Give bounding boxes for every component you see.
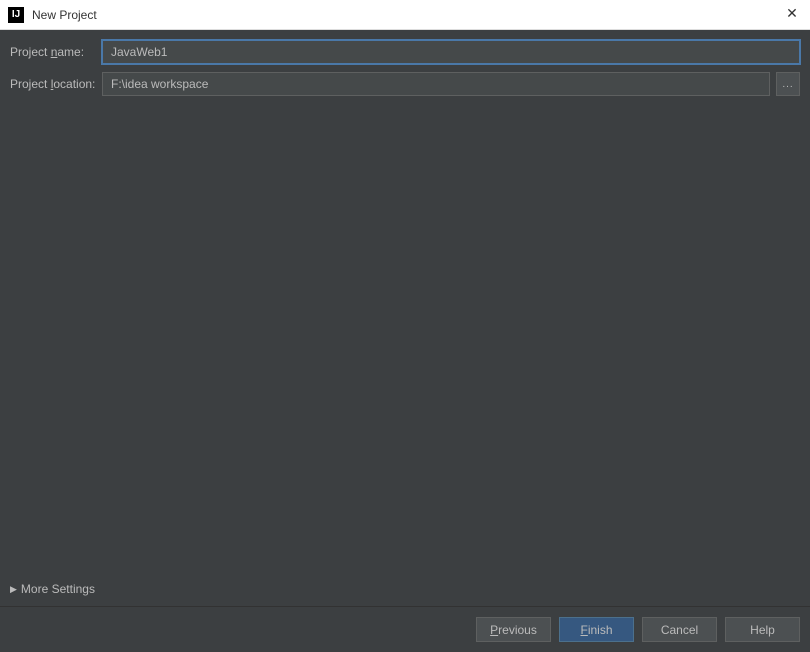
project-name-label: Project name: <box>10 45 102 59</box>
window-title: New Project <box>32 8 97 22</box>
titlebar: IJ New Project ✕ <box>0 0 810 30</box>
app-icon: IJ <box>8 7 24 23</box>
project-location-label: Project location: <box>10 77 102 91</box>
button-bar: Previous Finish Cancel Help <box>0 606 810 652</box>
project-location-input[interactable] <box>102 72 770 96</box>
more-settings-label: More Settings <box>21 582 95 596</box>
browse-button[interactable]: ... <box>776 72 800 96</box>
cancel-button[interactable]: Cancel <box>642 617 717 642</box>
finish-button[interactable]: Finish <box>559 617 634 642</box>
dialog-content: Project name: Project location: ... ▶ Mo… <box>0 30 810 652</box>
project-name-row: Project name: <box>10 40 800 64</box>
previous-button[interactable]: Previous <box>476 617 551 642</box>
close-icon[interactable]: ✕ <box>784 7 800 23</box>
form-area: Project name: Project location: ... <box>0 40 810 104</box>
help-button[interactable]: Help <box>725 617 800 642</box>
project-name-input[interactable] <box>102 40 800 64</box>
new-project-dialog: IJ New Project ✕ Project name: Project l… <box>0 0 810 652</box>
more-settings-toggle[interactable]: ▶ More Settings <box>0 574 810 606</box>
project-location-row: Project location: ... <box>10 72 800 96</box>
chevron-right-icon: ▶ <box>10 584 17 595</box>
spacer <box>0 104 810 574</box>
